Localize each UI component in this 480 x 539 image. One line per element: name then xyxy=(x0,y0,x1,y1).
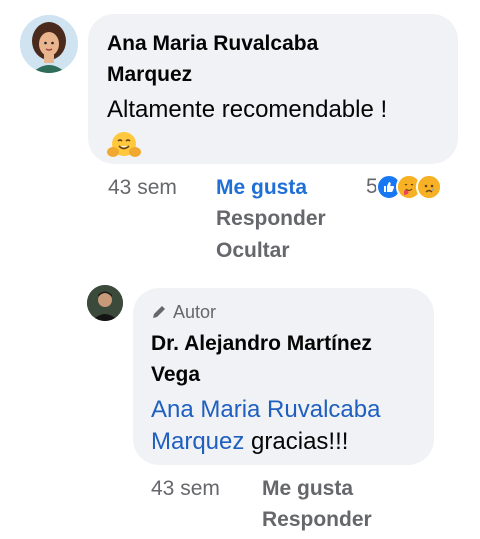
reply-bubble: Autor Dr. Alejandro Martínez Vega Ana Ma… xyxy=(133,288,434,465)
like-button[interactable]: Me gusta xyxy=(216,172,307,203)
reply-message: gracias!!! xyxy=(244,428,349,455)
sad-icon xyxy=(415,174,442,200)
reply-reply-button[interactable]: Responder xyxy=(262,504,372,535)
reply-button[interactable]: Responder xyxy=(216,203,326,234)
reply-author-name[interactable]: Dr. Alejandro Martínez Vega xyxy=(151,328,418,390)
comment-author-name[interactable]: Ana Maria Ruvalcaba Marquez xyxy=(107,28,440,90)
comment-bubble: Ana Maria Ruvalcaba Marquez Altamente re… xyxy=(88,14,458,164)
reply-timestamp[interactable]: 43 sem xyxy=(151,473,220,504)
reply-author-avatar[interactable] xyxy=(87,285,123,321)
reply-like-button[interactable]: Me gusta xyxy=(262,473,353,504)
reaction-summary[interactable]: 5 xyxy=(366,174,442,200)
mention-link-continued[interactable]: Marquez xyxy=(151,428,244,455)
avatar-photo xyxy=(87,285,123,321)
comment-timestamp[interactable]: 43 sem xyxy=(108,172,177,203)
avatar-illustration xyxy=(20,15,78,73)
hide-button[interactable]: Ocultar xyxy=(216,235,290,266)
commenter-avatar[interactable] xyxy=(20,15,78,73)
comment-text: Altamente recomendable ! xyxy=(107,96,388,123)
pencil-icon xyxy=(153,306,165,318)
hugging-face-emoji-icon xyxy=(107,130,440,167)
author-badge: Autor xyxy=(151,300,418,324)
mention-link[interactable]: Ana Maria Ruvalcaba xyxy=(151,396,380,423)
reply-text: Ana Maria Ruvalcaba Marquez gracias!!! xyxy=(151,394,418,458)
